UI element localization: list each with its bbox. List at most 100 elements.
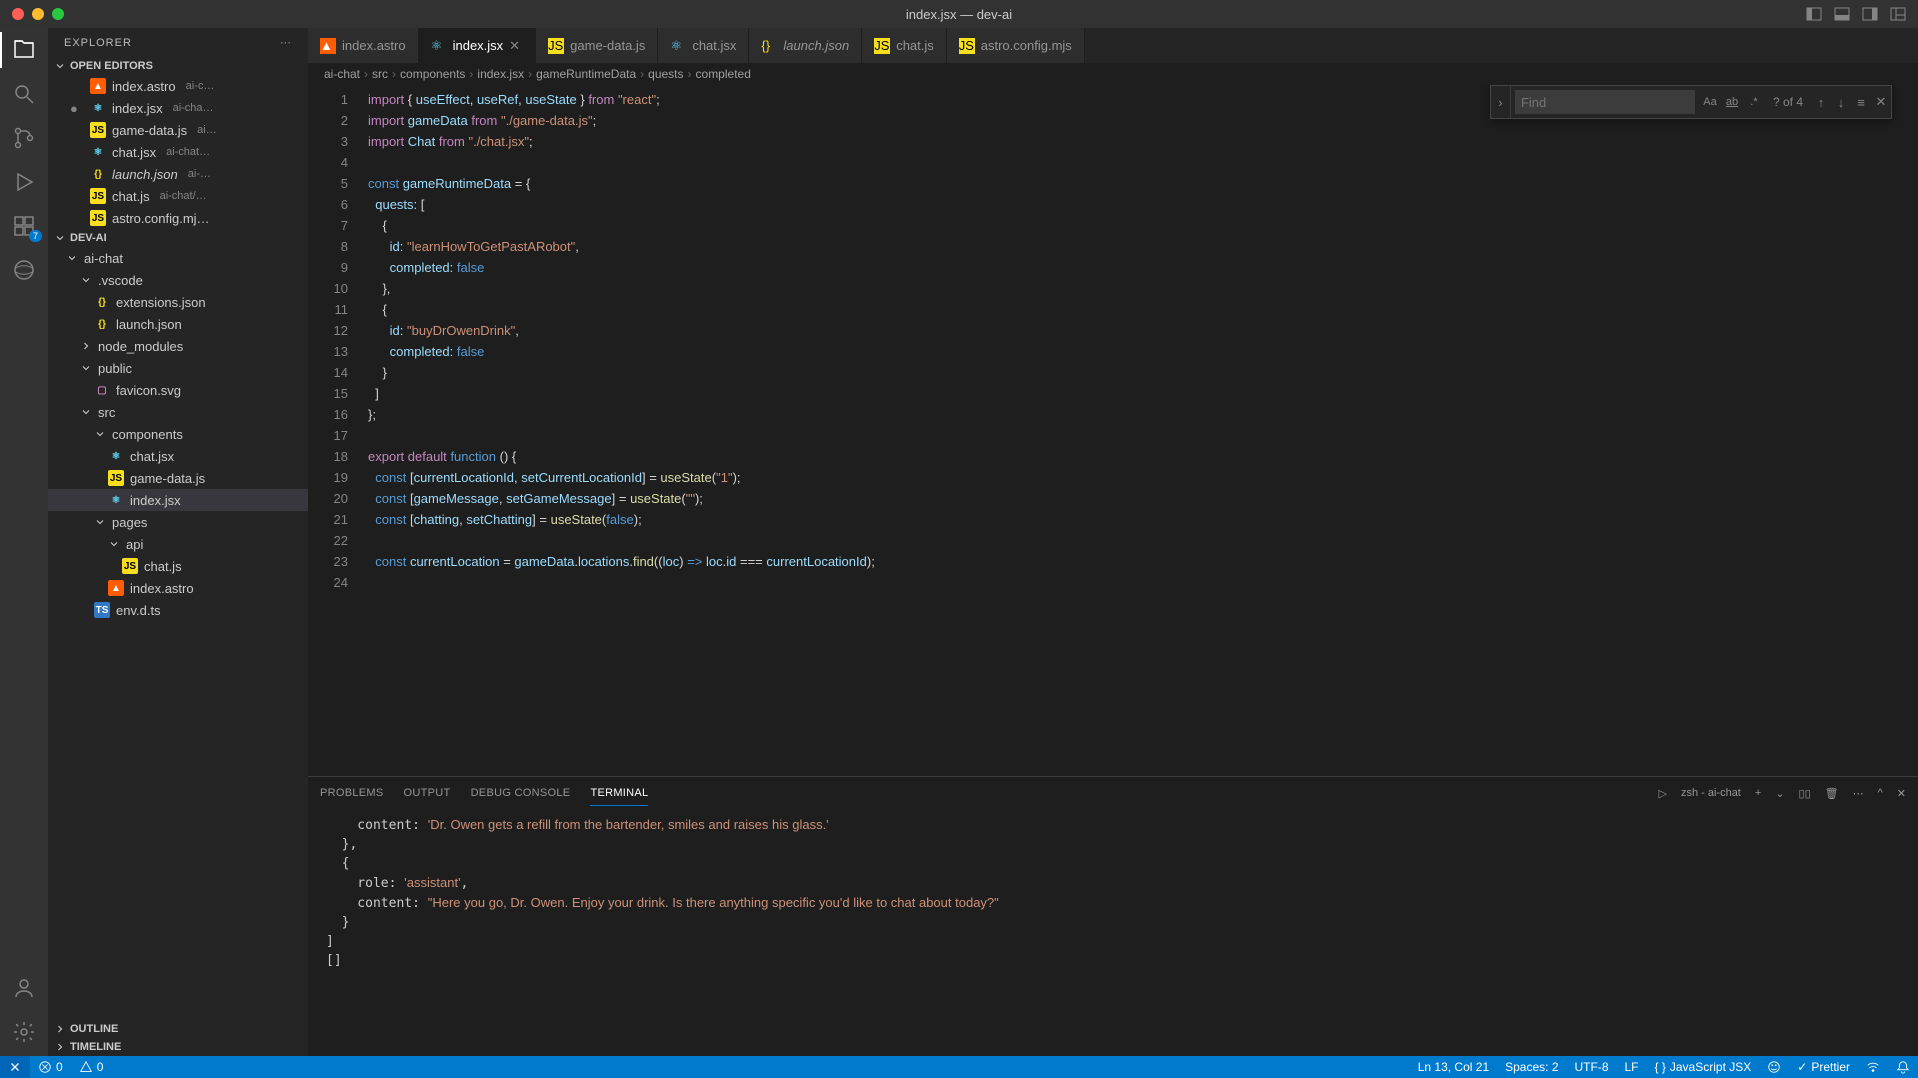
close-window[interactable] xyxy=(12,8,24,20)
maximize-panel-icon[interactable]: ^ xyxy=(1878,787,1883,799)
panel-tab[interactable]: PROBLEMS xyxy=(320,781,384,806)
find-expand-icon[interactable]: › xyxy=(1491,86,1511,118)
maximize-window[interactable] xyxy=(52,8,64,20)
find-prev-icon[interactable]: ↑ xyxy=(1811,92,1831,112)
status-bell-icon[interactable] xyxy=(1888,1060,1918,1074)
tree-item[interactable]: components xyxy=(48,423,308,445)
status-prettier[interactable]: ✓ Prettier xyxy=(1789,1060,1858,1074)
tree-item[interactable]: node_modules xyxy=(48,335,308,357)
close-panel-icon[interactable]: ✕ xyxy=(1897,787,1906,800)
tree-item[interactable]: TSenv.d.ts xyxy=(48,599,308,621)
open-editor-item[interactable]: ● ⚛index.jsxai-cha… xyxy=(48,97,308,119)
split-terminal-icon[interactable]: ▯▯ xyxy=(1799,787,1811,800)
open-editor-item[interactable]: ✕ ▲index.astroai-c… xyxy=(48,75,308,97)
tree-item[interactable]: {}extensions.json xyxy=(48,291,308,313)
tree-item[interactable]: ⚛index.jsx xyxy=(48,489,308,511)
close-editor-icon[interactable]: ● xyxy=(70,101,84,116)
tree-item[interactable]: .vscode xyxy=(48,269,308,291)
status-feedback-icon[interactable] xyxy=(1759,1060,1789,1074)
breadcrumb-item[interactable]: gameRuntimeData xyxy=(536,67,636,81)
status-errors[interactable]: 0 xyxy=(30,1060,71,1074)
status-spaces[interactable]: Spaces: 2 xyxy=(1497,1060,1566,1074)
chevron-down-icon xyxy=(94,428,106,440)
panel-tab[interactable]: TERMINAL xyxy=(590,781,648,806)
open-editor-item[interactable]: ✕ JSgame-data.jsai… xyxy=(48,119,308,141)
status-warnings[interactable]: 0 xyxy=(71,1060,112,1074)
new-terminal-icon[interactable]: + xyxy=(1755,787,1761,799)
match-word-icon[interactable]: ab xyxy=(1722,92,1742,112)
panel-tab[interactable]: OUTPUT xyxy=(404,781,451,806)
status-language[interactable]: { } JavaScript JSX xyxy=(1647,1060,1760,1074)
status-cursor[interactable]: Ln 13, Col 21 xyxy=(1410,1060,1497,1074)
outline-section[interactable]: OUTLINE xyxy=(48,1020,308,1038)
close-tab-icon[interactable]: ✕ xyxy=(509,38,523,54)
panel-tab[interactable]: DEBUG CONSOLE xyxy=(471,781,571,806)
remote-indicator[interactable] xyxy=(0,1056,30,1078)
tree-item[interactable]: api xyxy=(48,533,308,555)
project-section[interactable]: DEV-AI xyxy=(48,229,308,247)
breadcrumb-item[interactable]: ai-chat xyxy=(324,67,360,81)
tree-item[interactable]: ▲index.astro xyxy=(48,577,308,599)
status-encoding[interactable]: UTF-8 xyxy=(1567,1060,1617,1074)
open-editor-item[interactable]: ✕ JSchat.jsai-chat/… xyxy=(48,185,308,207)
editor-tab[interactable]: {}launch.json xyxy=(749,28,862,63)
toggle-secondary-sidebar-icon[interactable] xyxy=(1862,6,1878,22)
open-editor-item[interactable]: ✕ ⚛chat.jsxai-chat… xyxy=(48,141,308,163)
edge-tools-icon[interactable] xyxy=(12,258,36,282)
find-selection-icon[interactable]: ≡ xyxy=(1851,92,1871,112)
tree-item[interactable]: JSgame-data.js xyxy=(48,467,308,489)
editor-tab[interactable]: ▲index.astro xyxy=(308,28,419,63)
breadcrumb-item[interactable]: completed xyxy=(696,67,751,81)
regex-icon[interactable]: .* xyxy=(1744,92,1764,112)
editor-tab[interactable]: JSastro.config.mjs xyxy=(947,28,1085,63)
source-control-icon[interactable] xyxy=(12,126,36,150)
search-view-icon[interactable] xyxy=(12,82,36,106)
breadcrumb-item[interactable]: quests xyxy=(648,67,683,81)
terminal-output[interactable]: content: 'Dr. Owen gets a refill from th… xyxy=(308,809,1918,1056)
breadcrumb-item[interactable]: src xyxy=(372,67,388,81)
editor-tab[interactable]: ⚛index.jsx✕ xyxy=(419,28,537,63)
status-broadcast-icon[interactable] xyxy=(1858,1060,1888,1074)
toggle-panel-icon[interactable] xyxy=(1834,6,1850,22)
run-debug-icon[interactable] xyxy=(12,170,36,194)
minimap[interactable] xyxy=(1898,85,1918,776)
open-editors-section[interactable]: OPEN EDITORS xyxy=(48,57,308,75)
terminal-launch-icon[interactable]: ▷ xyxy=(1658,787,1666,800)
terminal-dropdown-icon[interactable]: ⌄ xyxy=(1775,787,1784,800)
code-content[interactable]: import { useEffect, useRef, useState } f… xyxy=(368,85,1898,776)
editor-body[interactable]: 123456789101112131415161718192021222324 … xyxy=(308,85,1918,776)
extensions-icon[interactable]: 7 xyxy=(12,214,36,238)
find-close-icon[interactable]: ✕ xyxy=(1871,92,1891,112)
timeline-section[interactable]: TIMELINE xyxy=(48,1038,308,1056)
tree-item[interactable]: src xyxy=(48,401,308,423)
terminal-shell-label[interactable]: zsh - ai-chat xyxy=(1681,787,1741,799)
tree-item[interactable]: {}launch.json xyxy=(48,313,308,335)
breadcrumb-item[interactable]: index.jsx xyxy=(477,67,524,81)
explorer-view-icon[interactable] xyxy=(12,38,36,62)
editor-tab[interactable]: JSgame-data.js xyxy=(536,28,658,63)
sidebar-more-icon[interactable]: ⋯ xyxy=(280,36,292,49)
breadcrumb[interactable]: ai-chat › src › components › index.jsx ›… xyxy=(308,63,1918,85)
tree-item[interactable]: JSchat.js xyxy=(48,555,308,577)
minimize-window[interactable] xyxy=(32,8,44,20)
toggle-primary-sidebar-icon[interactable] xyxy=(1806,6,1822,22)
editor-tab[interactable]: JSchat.js xyxy=(862,28,947,63)
open-editor-item[interactable]: ✕ JSastro.config.mj… xyxy=(48,207,308,229)
tree-item[interactable]: ai-chat xyxy=(48,247,308,269)
editor-tab[interactable]: ⚛chat.jsx xyxy=(658,28,749,63)
accounts-icon[interactable] xyxy=(12,976,36,1000)
tree-item[interactable]: pages xyxy=(48,511,308,533)
breadcrumb-item[interactable]: components xyxy=(400,67,465,81)
tree-item[interactable]: ⚛chat.jsx xyxy=(48,445,308,467)
match-case-icon[interactable]: Aa xyxy=(1700,92,1720,112)
find-next-icon[interactable]: ↓ xyxy=(1831,92,1851,112)
find-input[interactable] xyxy=(1515,90,1695,114)
customize-layout-icon[interactable] xyxy=(1890,6,1906,22)
tree-item[interactable]: ▢favicon.svg xyxy=(48,379,308,401)
open-editor-item[interactable]: ✕ {}launch.jsonai-… xyxy=(48,163,308,185)
terminal-more-icon[interactable]: ⋯ xyxy=(1853,787,1864,800)
tree-item[interactable]: public xyxy=(48,357,308,379)
settings-gear-icon[interactable] xyxy=(12,1020,36,1044)
status-eol[interactable]: LF xyxy=(1617,1060,1647,1074)
kill-terminal-icon[interactable]: 🗑 xyxy=(1825,787,1839,800)
